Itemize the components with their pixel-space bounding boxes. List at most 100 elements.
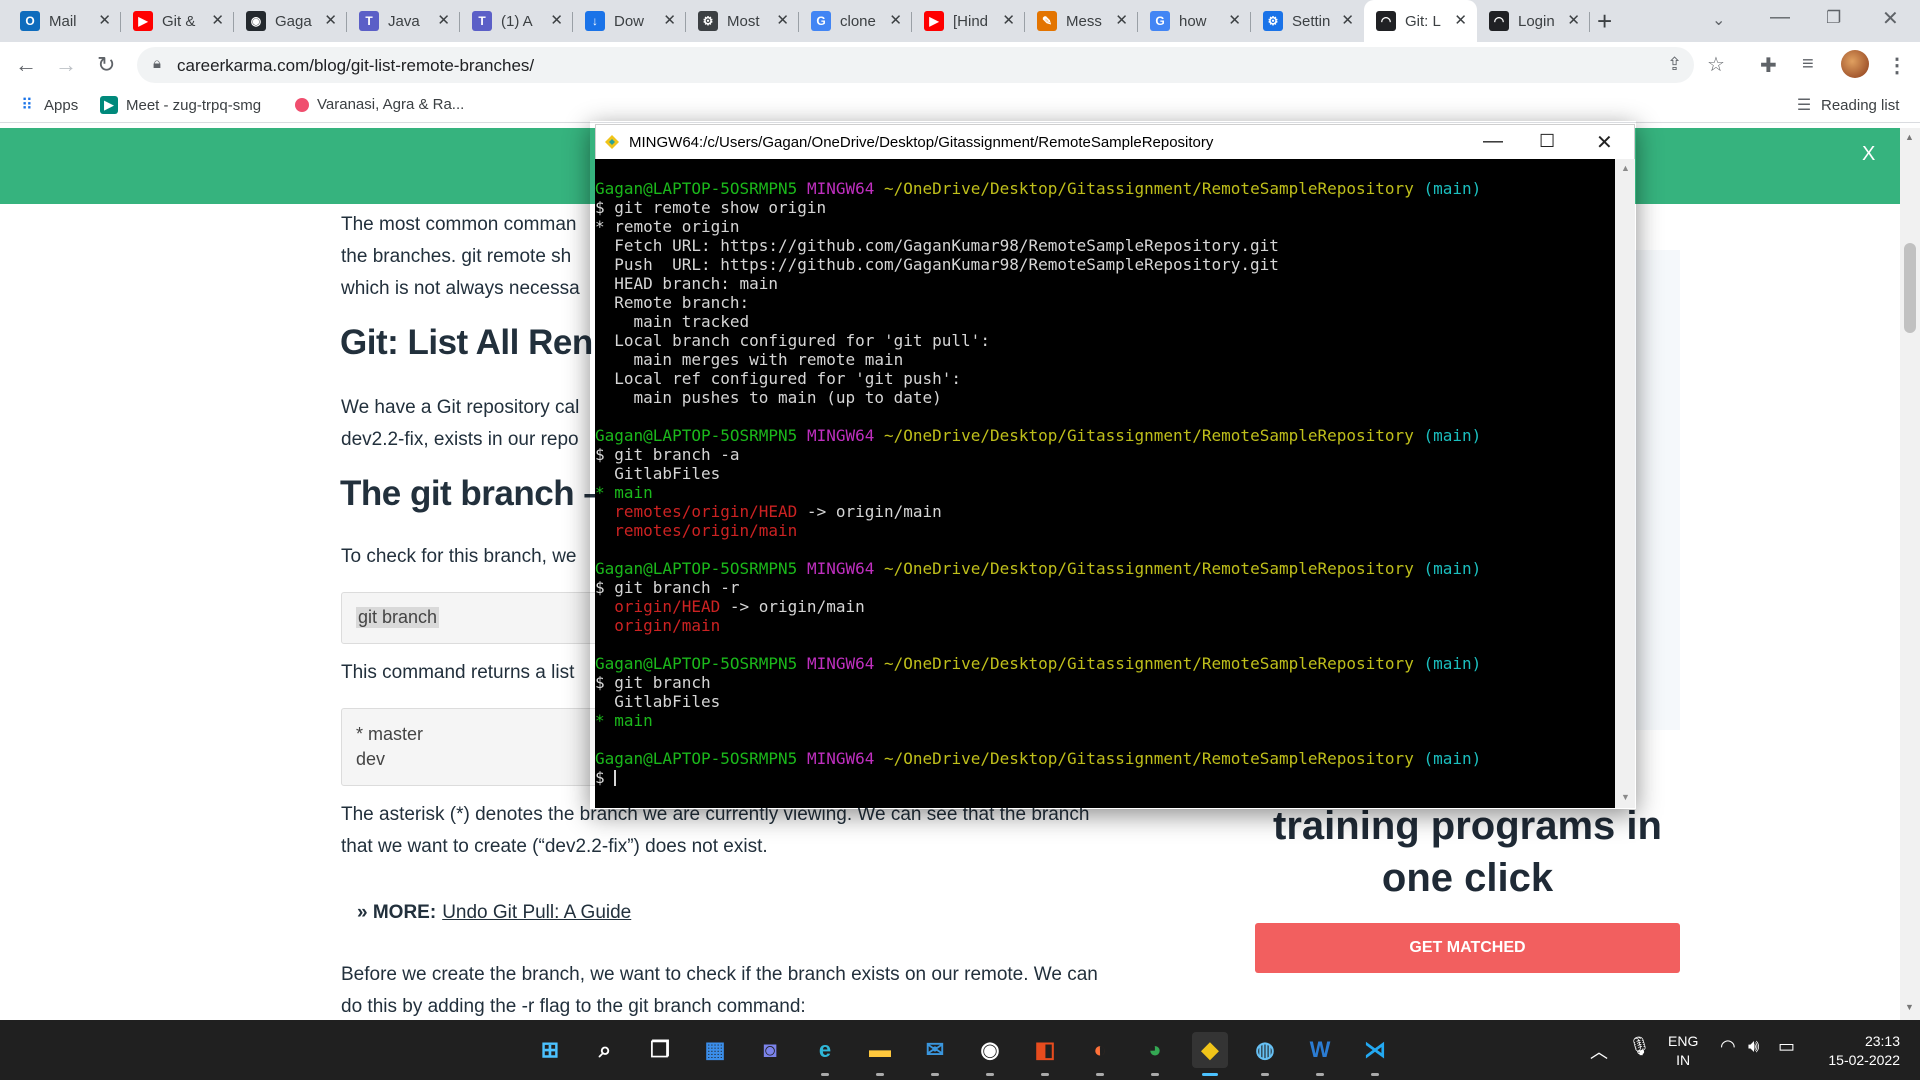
- minimize-window-button[interactable]: —: [1770, 6, 1790, 29]
- widgets-icon[interactable]: ▦: [697, 1032, 733, 1068]
- prompt-path: ~/OneDrive/Desktop/Gitassignment/RemoteS…: [884, 559, 1414, 578]
- media-controls-icon[interactable]: ≡: [1802, 53, 1814, 76]
- restore-window-button[interactable]: ❐: [1826, 8, 1841, 28]
- browser-tab[interactable]: O Mail ✕: [8, 0, 121, 42]
- share-icon[interactable]: ⇪: [1667, 54, 1682, 75]
- browser-tab[interactable]: ◠ Login ✕: [1477, 0, 1590, 42]
- terminal-titlebar[interactable]: MINGW64:/c/Users/Gagan/OneDrive/Desktop/…: [595, 124, 1635, 159]
- tab-close-icon[interactable]: ✕: [98, 11, 111, 29]
- browser-tab[interactable]: Ghow ✕: [1138, 0, 1251, 42]
- language-indicator[interactable]: ENG IN: [1668, 1032, 1698, 1070]
- steam-icon[interactable]: ◍: [1247, 1032, 1283, 1076]
- tab-close-icon[interactable]: ✕: [889, 11, 902, 29]
- chrome-menu-icon[interactable]: ⋮: [1887, 53, 1907, 78]
- battery-icon[interactable]: ▭: [1778, 1036, 1795, 1057]
- terminal-line: main tracked: [595, 312, 750, 331]
- article-paragraph-line: that we want to create (“dev2.2-fix”) do…: [341, 836, 768, 857]
- microphone-icon[interactable]: 🎙︎: [1628, 1036, 1651, 1057]
- tab-close-icon[interactable]: ✕: [1341, 11, 1354, 29]
- close-window-button[interactable]: ✕: [1882, 6, 1899, 31]
- bookmark-meet[interactable]: ▶ Meet - zug-trpq-smg: [100, 96, 261, 114]
- tab-title: Mail: [49, 12, 77, 30]
- new-tab-button[interactable]: +: [1597, 6, 1612, 37]
- scroll-up-icon[interactable]: ▲: [1905, 132, 1914, 142]
- profile-avatar[interactable]: [1841, 50, 1869, 78]
- mail-icon[interactable]: ✉: [917, 1032, 953, 1076]
- browser-tab-strip: O Mail ✕ ▶ Git & ✕ ◉ Gaga ✕ T Java ✕ T (1) A ✕ ↓ Dow ✕ ⚙ Mo…: [0, 0, 1920, 42]
- windows-start-icon[interactable]: ⊞: [532, 1032, 568, 1068]
- teams-chat-icon[interactable]: ◙: [752, 1032, 788, 1068]
- show-hidden-icons-chevron-icon[interactable]: ︿: [1590, 1038, 1608, 1064]
- scrollbar-thumb[interactable]: [1904, 243, 1916, 333]
- firefox-icon[interactable]: ◐: [1082, 1032, 1118, 1076]
- terminal-minimize-button[interactable]: —: [1483, 130, 1503, 153]
- banner-close-button[interactable]: X: [1862, 143, 1875, 166]
- tab-close-icon[interactable]: ✕: [776, 11, 789, 29]
- tab-close-icon[interactable]: ✕: [550, 11, 563, 29]
- tab-close-icon[interactable]: ✕: [1567, 11, 1580, 29]
- github-desktop-icon[interactable]: ◉: [972, 1032, 1008, 1076]
- prompt-branch: (main): [1423, 179, 1482, 198]
- edge-icon[interactable]: e: [807, 1032, 843, 1076]
- reload-icon[interactable]: ↻: [97, 52, 115, 78]
- scroll-down-icon[interactable]: ▼: [1905, 1002, 1914, 1012]
- scroll-down-icon[interactable]: ▼: [1621, 792, 1630, 802]
- tab-close-icon[interactable]: ✕: [211, 11, 224, 29]
- tab-close-icon[interactable]: ✕: [1115, 11, 1128, 29]
- search-icon[interactable]: ⌕: [587, 1032, 623, 1068]
- bookmark-label: Meet - zug-trpq-smg: [126, 96, 262, 114]
- vscode-icon[interactable]: ⋊: [1357, 1032, 1393, 1076]
- prompt-path: ~/OneDrive/Desktop/Gitassignment/RemoteS…: [884, 426, 1414, 445]
- teams-icon: T: [359, 11, 379, 31]
- office-icon[interactable]: ◧: [1027, 1032, 1063, 1076]
- word-icon[interactable]: W: [1302, 1032, 1338, 1076]
- windows-taskbar: ⊞ ⌕ ❐ ▦ ◙ e ▬ ✉ ◉ ◧ ◐ ◕ ◆ ◍ W ⋊ ︿ 🎙︎ ENG IN ◠ 🔊︎ ▭ 23:1…: [0, 1020, 1920, 1080]
- browser-tab[interactable]: ✎ Mess ✕: [1025, 0, 1138, 42]
- volume-icon[interactable]: 🔊︎: [1748, 1036, 1759, 1057]
- undo-git-pull-link[interactable]: Undo Git Pull: A Guide: [442, 902, 631, 923]
- google-icon: G: [1150, 11, 1170, 31]
- bookmark-star-icon[interactable]: ☆: [1707, 52, 1725, 77]
- git-bash-icon[interactable]: ◆: [1192, 1032, 1228, 1076]
- extensions-puzzle-icon[interactable]: ✚: [1760, 53, 1777, 78]
- tab-close-icon[interactable]: ✕: [663, 11, 676, 29]
- browser-tab[interactable]: ⚙ Most ✕: [686, 0, 799, 42]
- forward-arrow-icon[interactable]: →: [55, 52, 77, 78]
- address-url[interactable]: careerkarma.com/blog/git-list-remote-bra…: [177, 56, 534, 76]
- browser-tab[interactable]: ⚙ Settin ✕: [1251, 0, 1364, 42]
- terminal-close-button[interactable]: ✕: [1596, 130, 1613, 155]
- file-explorer-icon[interactable]: ▬: [862, 1032, 898, 1076]
- task-view-icon[interactable]: ❐: [642, 1032, 678, 1068]
- scroll-up-icon[interactable]: ▲: [1621, 163, 1630, 173]
- browser-tab[interactable]: Gclone ✕: [799, 0, 912, 42]
- terminal-line: remotes/origin/main: [595, 521, 797, 540]
- browser-tab[interactable]: T (1) A ✕: [460, 0, 573, 42]
- tab-close-icon[interactable]: ✕: [437, 11, 450, 29]
- tab-close-icon[interactable]: ✕: [1454, 11, 1467, 29]
- browser-tab[interactable]: ↓ Dow ✕: [573, 0, 686, 42]
- reading-list-button[interactable]: ☰ Reading list: [1795, 96, 1900, 115]
- browser-tab[interactable]: ▶ [Hind ✕: [912, 0, 1025, 42]
- browser-tab[interactable]: ◠ Git: L ✕: [1364, 0, 1477, 42]
- terminal-output[interactable]: Gagan@LAPTOP-5OSRMPN5 MINGW64 ~/OneDrive…: [595, 159, 1615, 808]
- terminal-line: Push URL: https://github.com/GaganKumar9…: [595, 255, 1279, 274]
- clock[interactable]: 23:13 15-02-2022: [1818, 1032, 1900, 1070]
- terminal-scrollbar[interactable]: ▲ ▼: [1615, 159, 1635, 808]
- page-scrollbar[interactable]: ▲ ▼: [1900, 128, 1920, 1020]
- browser-tab[interactable]: T Java ✕: [347, 0, 460, 42]
- browser-tab[interactable]: ◉ Gaga ✕: [234, 0, 347, 42]
- bookmark-varanasi[interactable]: Varanasi, Agra & Ra...: [295, 96, 464, 113]
- tab-close-icon[interactable]: ✕: [1228, 11, 1241, 29]
- back-arrow-icon[interactable]: ←: [15, 52, 37, 78]
- wifi-icon[interactable]: ◠: [1720, 1036, 1736, 1057]
- terminal-maximize-button[interactable]: ☐: [1539, 131, 1555, 152]
- get-matched-button[interactable]: GET MATCHED: [1255, 923, 1680, 973]
- bookmark-apps[interactable]: ⠿ Apps: [18, 96, 78, 115]
- tab-close-icon[interactable]: ✕: [324, 11, 337, 29]
- browser-tab[interactable]: ▶ Git & ✕: [121, 0, 234, 42]
- article-paragraph-line: the branches. git remote sh: [341, 246, 572, 267]
- tab-close-icon[interactable]: ✕: [1002, 11, 1015, 29]
- address-bar[interactable]: 🔒︎ careerkarma.com/blog/git-list-remote-…: [137, 47, 1725, 83]
- tab-search-icon[interactable]: ⌄: [1712, 10, 1725, 30]
- chrome-icon[interactable]: ◕: [1137, 1032, 1173, 1076]
